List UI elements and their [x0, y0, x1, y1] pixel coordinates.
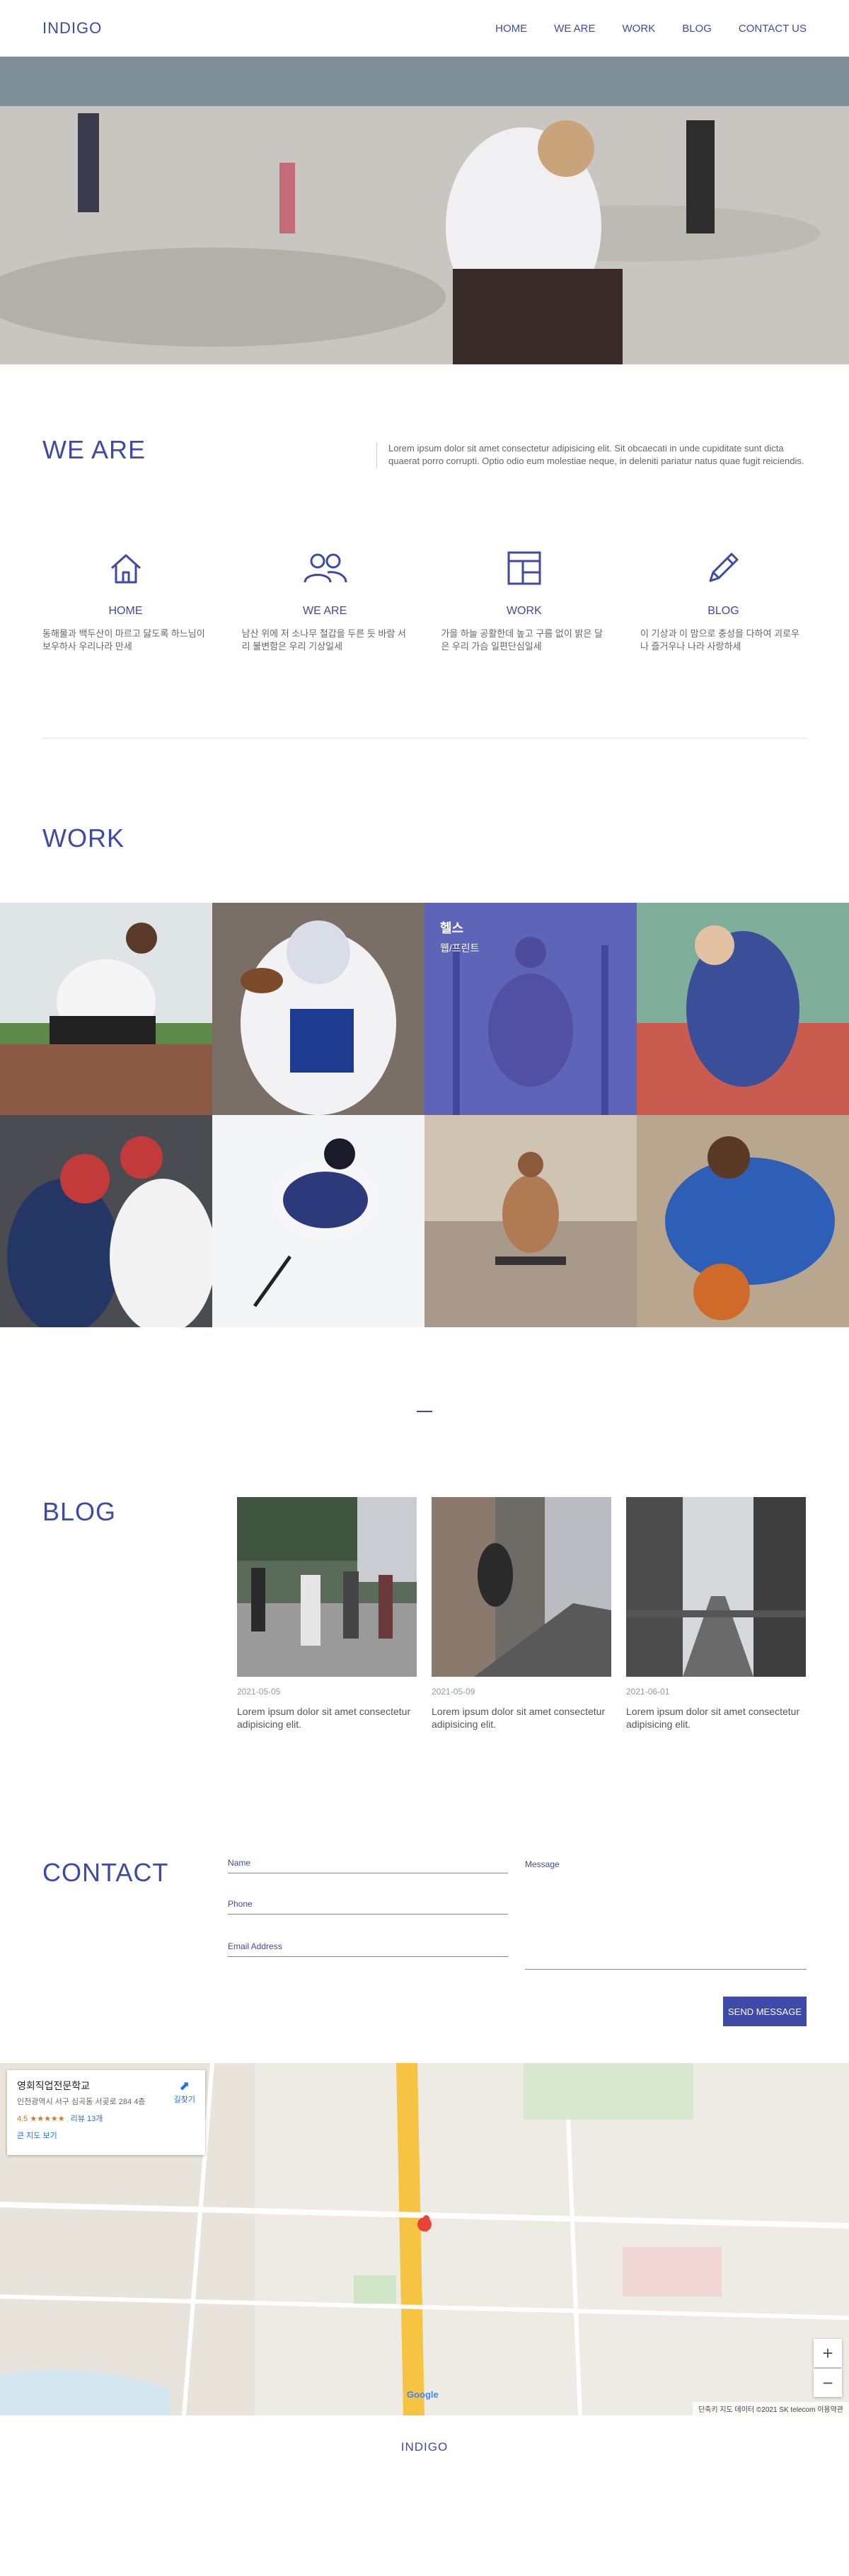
phone-field[interactable]: Phone	[228, 1899, 508, 1914]
nav-blog[interactable]: BLOG	[682, 23, 712, 35]
email-field[interactable]: Email Address	[228, 1941, 508, 1957]
nav-contact-us[interactable]: CONTACT US	[739, 23, 807, 35]
pencil-icon	[640, 545, 807, 591]
we-are-description: Lorem ipsum dolor sit amet consectetur a…	[376, 442, 807, 468]
work-section: WORK 헬스 웹/프린트	[0, 739, 849, 1412]
feature-we-are: WE ARE 남산 위에 저 소나무 철갑을 두른 듯 바람 서리 불변함은 우…	[242, 545, 408, 653]
tile-caption-title: 헬스	[440, 921, 464, 935]
people-icon	[242, 545, 408, 591]
blog-date: 2021-05-05	[237, 1687, 281, 1697]
blog-excerpt: Lorem ipsum dolor sit amet consectetur a…	[237, 1706, 411, 1730]
hero-image	[0, 57, 849, 364]
contact-section: CONTACT Name Phone Email Address Message…	[0, 1731, 849, 2063]
reviews-link[interactable]: 리뷰 13개	[71, 2115, 103, 2123]
nav-work[interactable]: WORK	[623, 23, 656, 35]
work-tile-sprinter[interactable]	[0, 903, 212, 1115]
send-message-button[interactable]: SEND MESSAGE	[723, 1997, 807, 2026]
zoom-in-button[interactable]: +	[814, 2339, 842, 2367]
main-nav: HOME WE ARE WORK BLOG CONTACT US	[495, 23, 807, 35]
feature-title: BLOG	[708, 605, 739, 617]
nav-home[interactable]: HOME	[495, 23, 527, 35]
work-grid: 헬스 웹/프린트	[0, 903, 849, 1327]
feature-work: WORK 가을 하늘 공활한데 높고 구름 없이 밝은 달은 우리 가슴 일편단…	[441, 545, 607, 653]
message-field[interactable]: Message	[525, 1858, 807, 1970]
feature-list: HOME 동해물과 백두산이 마르고 닳도록 하느님이 보우하사 우리나라 만세…	[42, 545, 807, 653]
blog-excerpt: Lorem ipsum dolor sit amet consectetur a…	[432, 1706, 606, 1730]
work-tile-football[interactable]	[212, 903, 424, 1115]
blog-date: 2021-05-09	[432, 1687, 475, 1697]
bigger-map-link[interactable]: 큰 지도 보기	[17, 2130, 195, 2141]
work-tile-hockey[interactable]	[212, 1115, 424, 1327]
blog-card[interactable]: 2021-05-05 Lorem ipsum dolor sit amet co…	[237, 1497, 417, 1731]
blog-excerpt: Lorem ipsum dolor sit amet consectetur a…	[626, 1706, 800, 1730]
work-tile-fitness[interactable]: 헬스 웹/프린트	[424, 903, 637, 1115]
blog-section: BLOG 2021-05-05 Lorem ipsum dolor sit am…	[0, 1412, 849, 1731]
feature-title: HOME	[108, 605, 143, 617]
feature-description: 남산 위에 저 소나무 철갑을 두른 듯 바람 서리 불변함은 우리 기상일세	[241, 628, 406, 652]
feature-description: 가을 하늘 공활한데 높고 구름 없이 밝은 달은 우리 가슴 일편단심일세	[441, 628, 603, 652]
blog-thumbnail[interactable]	[626, 1497, 806, 1677]
blog-date: 2021-06-01	[626, 1687, 670, 1697]
we-are-section: WE ARE Lorem ipsum dolor sit amet consec…	[0, 364, 849, 739]
google-logo: Google	[407, 2389, 439, 2400]
phone-label: Phone	[228, 1899, 253, 1909]
we-are-title: WE ARE	[42, 435, 146, 464]
feature-title: WORK	[506, 605, 542, 617]
work-tile-boxing[interactable]	[0, 1115, 212, 1327]
map-attribution[interactable]: 단축키 지도 데이터 ©2021 SK telecom 이용약관	[692, 2402, 849, 2415]
feature-home: HOME 동해물과 백두산이 마르고 닳도록 하느님이 보우하사 우리나라 만세	[42, 545, 209, 653]
feature-description: 동해물과 백두산이 마르고 닳도록 하느님이 보우하사 우리나라 만세	[42, 628, 205, 652]
tile-caption-subtitle: 웹/프린트	[440, 942, 480, 954]
feature-title: WE ARE	[303, 605, 347, 617]
work-tile-skater[interactable]	[424, 1115, 637, 1327]
email-label: Email Address	[228, 1941, 282, 1951]
map-place-name: 영회직업전문학교	[17, 2080, 91, 2091]
blog-card[interactable]: 2021-06-01 Lorem ipsum dolor sit amet co…	[626, 1497, 806, 1731]
site-footer: INDIGO	[0, 2415, 849, 2479]
feature-blog: BLOG 이 기상과 이 맘으로 충성을 다하여 괴로우나 즐거우나 나라 사랑…	[640, 545, 807, 653]
work-tile-runner[interactable]	[637, 903, 849, 1115]
home-icon	[42, 545, 209, 591]
contact-title: CONTACT	[42, 1858, 169, 1887]
rating-stars: 4.5 ★★★★★	[17, 2115, 65, 2123]
logo[interactable]: INDIGO	[42, 19, 102, 37]
blog-thumbnail[interactable]	[432, 1497, 611, 1677]
name-label: Name	[228, 1858, 251, 1868]
blog-card-list: 2021-05-05 Lorem ipsum dolor sit amet co…	[237, 1497, 806, 1731]
tile-caption: 헬스 웹/프린트	[440, 918, 479, 955]
message-label: Message	[525, 1859, 560, 1869]
nav-we-are[interactable]: WE ARE	[554, 23, 595, 35]
work-title: WORK	[42, 824, 125, 853]
feature-description: 이 기상과 이 맘으로 충성을 다하여 괴로우나 즐거우나 나라 사랑하세	[640, 628, 799, 652]
layout-icon	[441, 545, 607, 591]
directions-button[interactable]: ⬈ 길찾기	[174, 2079, 195, 2105]
blog-card[interactable]: 2021-05-09 Lorem ipsum dolor sit amet co…	[432, 1497, 611, 1731]
map-embed[interactable]: 영회직업전문학교 인천광역시 서구 심곡동 서곶로 284 4층 4.5 ★★★…	[0, 2063, 849, 2415]
zoom-out-button[interactable]: −	[814, 2369, 842, 2397]
blog-title: BLOG	[42, 1497, 117, 1526]
blog-thumbnail[interactable]	[237, 1497, 417, 1677]
directions-label: 길찾기	[173, 2096, 195, 2104]
work-tile-basketball[interactable]	[637, 1115, 849, 1327]
map-place-card: 영회직업전문학교 인천광역시 서구 심곡동 서곶로 284 4층 4.5 ★★★…	[7, 2070, 205, 2155]
site-header: INDIGO HOME WE ARE WORK BLOG CONTACT US	[0, 0, 849, 57]
name-field[interactable]: Name	[228, 1858, 508, 1873]
contact-form: Name Phone Email Address Message SEND ME…	[228, 1858, 807, 2063]
map-place-address: 인천광역시 서구 심곡동 서곶로 284 4층	[17, 2098, 146, 2106]
directions-icon: ⬈	[179, 2079, 190, 2093]
map-rating: 4.5 ★★★★★ 리뷰 13개	[17, 2113, 195, 2124]
footer-logo: INDIGO	[400, 2440, 449, 2454]
